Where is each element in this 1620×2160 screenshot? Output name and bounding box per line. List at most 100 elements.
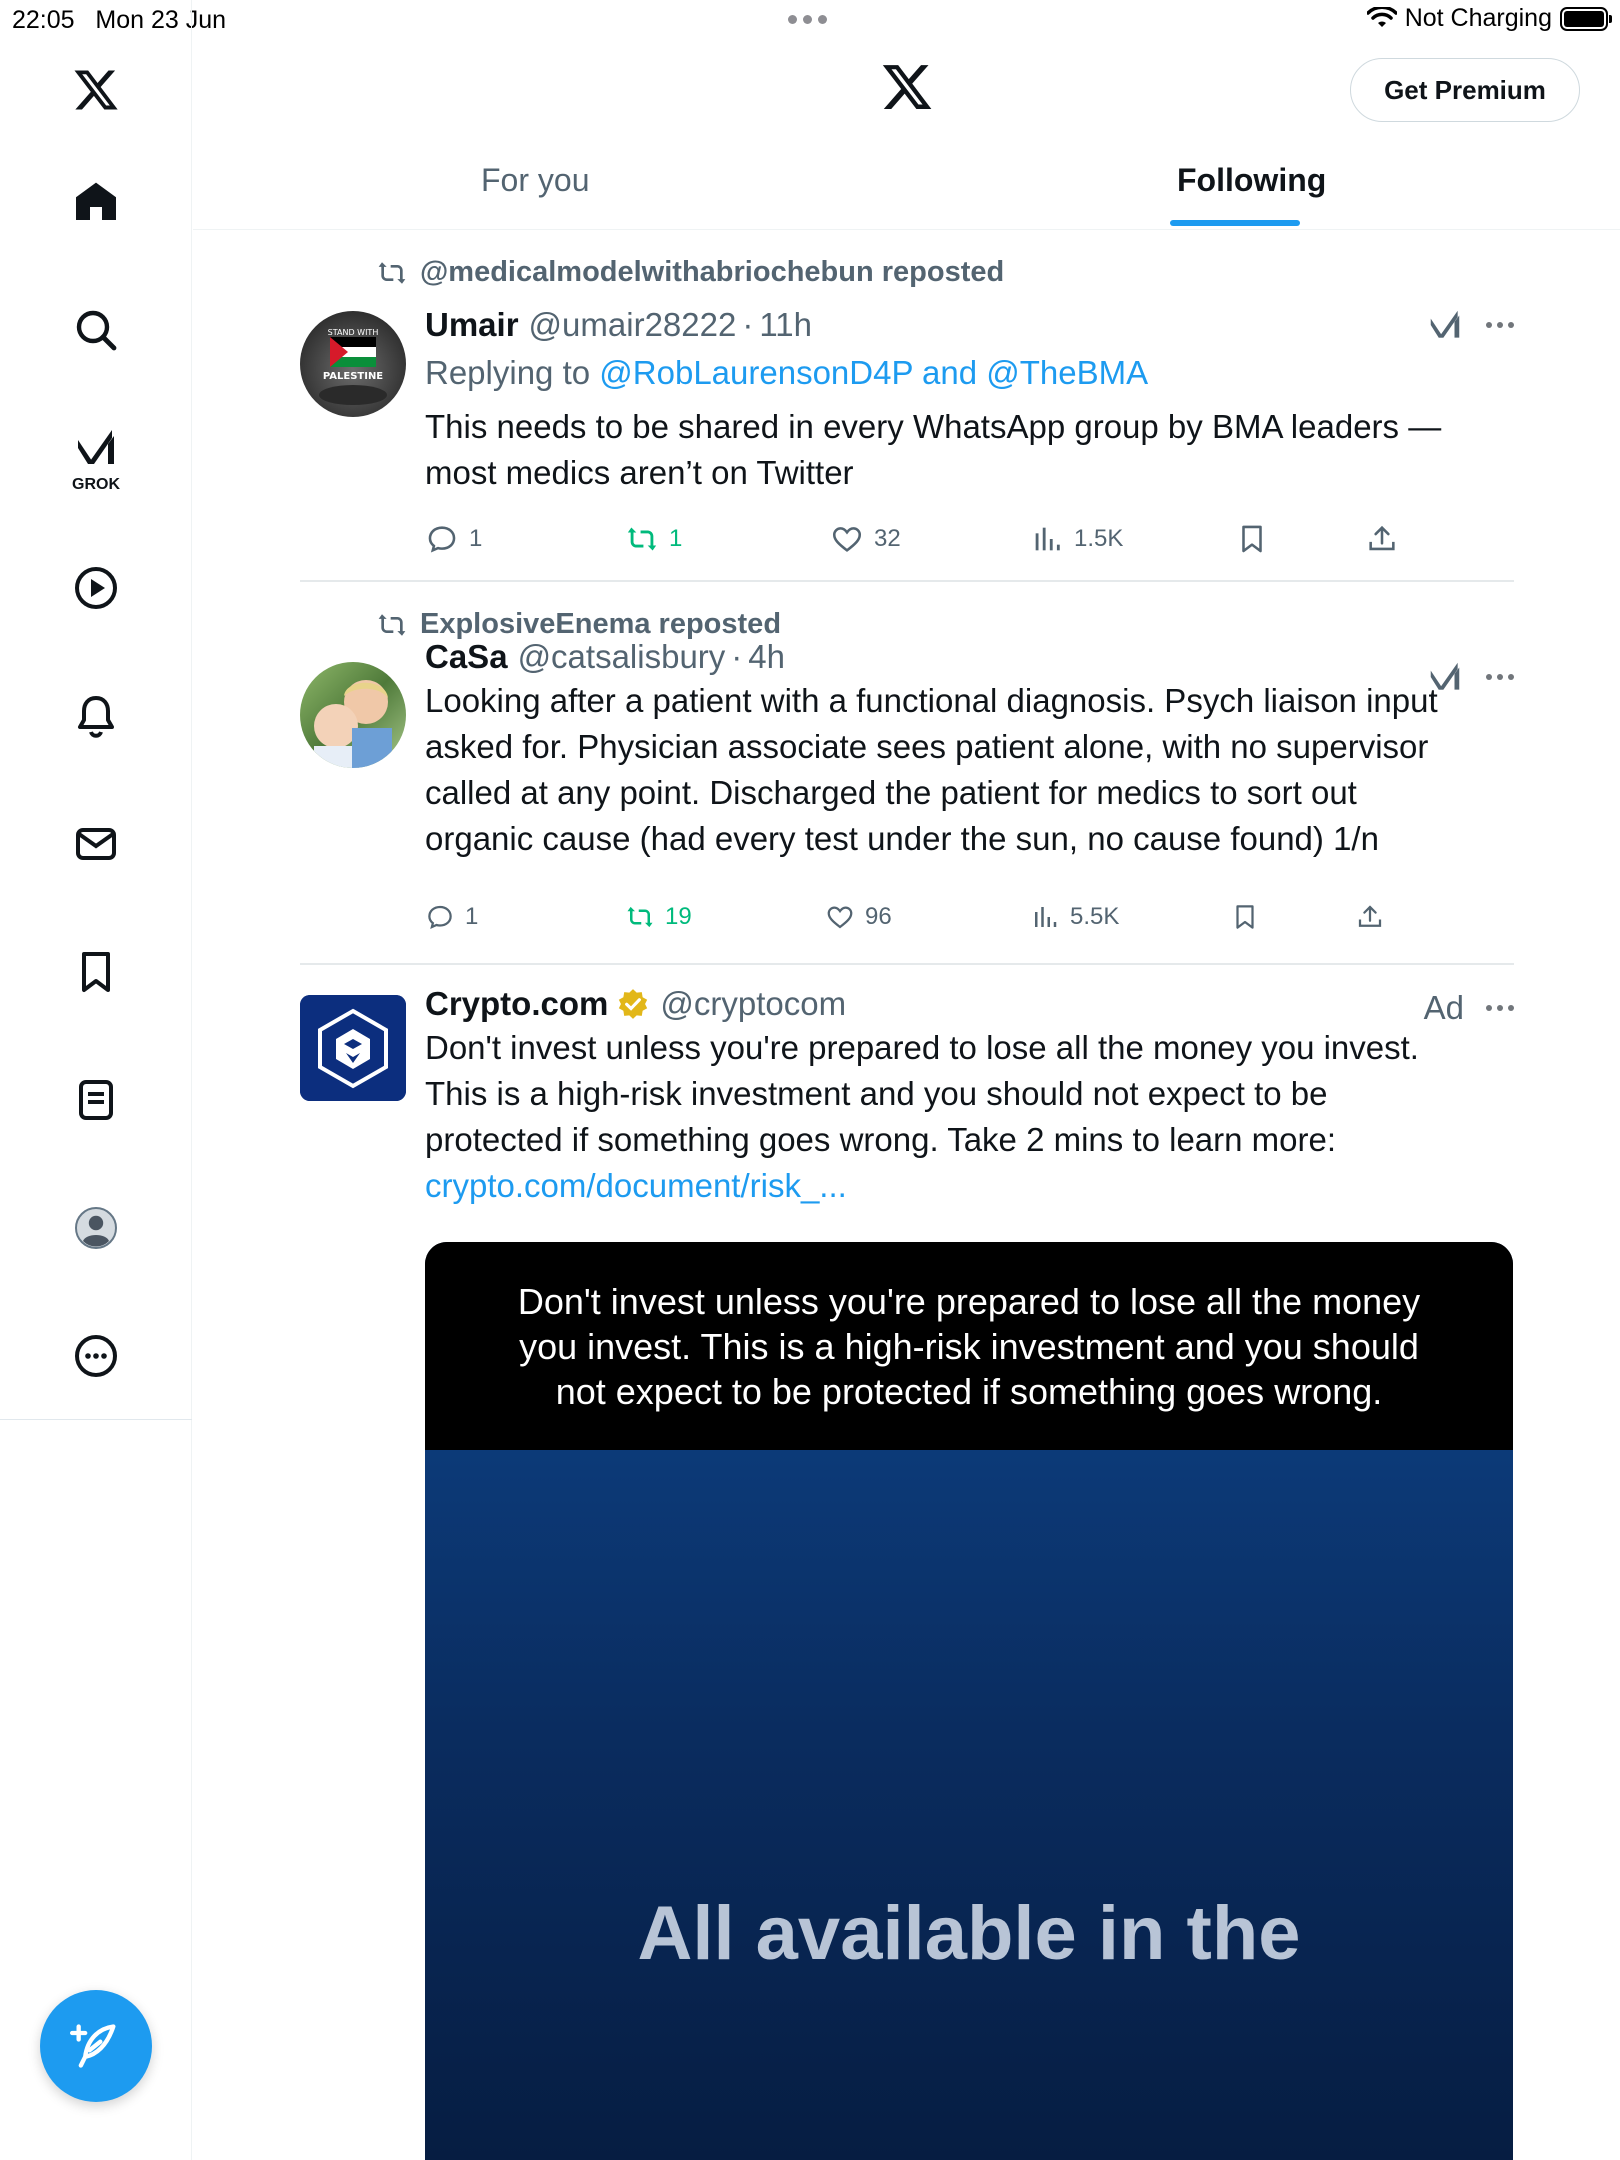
reply-count: 1 — [469, 525, 483, 552]
display-name[interactable]: Crypto.com — [425, 985, 608, 1023]
reply-button[interactable]: 1 — [425, 902, 478, 932]
avatar[interactable] — [300, 995, 406, 1101]
header-x-logo-icon[interactable] — [880, 60, 934, 114]
repost-button[interactable]: 19 — [625, 902, 692, 932]
post-text-line: Looking after a patient with a functiona… — [425, 682, 1438, 719]
heart-icon — [827, 906, 853, 929]
avatar-image: STAND WITH PALESTINE — [319, 328, 387, 405]
home-icon[interactable] — [66, 172, 126, 232]
risk-document-link[interactable]: crypto.com/document/risk_... — [425, 1163, 1485, 1209]
like-button[interactable]: 96 — [825, 902, 892, 932]
replying-to-label: Replying to — [425, 354, 591, 391]
post-content: Umair @umair28222 · 11h Replying to @Rob… — [425, 306, 1485, 496]
post-header: Umair @umair28222 · 11h — [425, 306, 1485, 344]
avatar-text-bottom: PALESTINE — [323, 371, 383, 382]
crypto-logo-icon — [300, 995, 406, 1101]
messages-icon[interactable] — [66, 814, 126, 874]
post-umair[interactable]: @medicalmodelwithabriochebun reposted ST… — [300, 256, 1514, 576]
post-text-line: Don't invest unless you're prepared to l… — [425, 1029, 1419, 1066]
separator-dot: · — [742, 306, 754, 343]
more-options-icon[interactable] — [1486, 1005, 1514, 1011]
avatar-text-top: STAND WITH — [328, 328, 379, 337]
share-button[interactable] — [1355, 902, 1385, 932]
post-corner-actions — [1426, 306, 1514, 344]
multitasking-dots-icon[interactable] — [788, 15, 832, 25]
grok-explain-icon[interactable] — [1426, 306, 1464, 344]
more-options-icon[interactable] — [1486, 322, 1514, 328]
repost-icon — [627, 527, 657, 551]
x-logo-icon[interactable] — [66, 60, 126, 120]
notifications-icon[interactable] — [66, 686, 126, 746]
reply-button[interactable]: 1 — [425, 522, 482, 556]
post-time[interactable]: 4h — [748, 638, 785, 676]
view-count: 5.5K — [1070, 903, 1120, 930]
post-text: Don't invest unless you're prepared to l… — [425, 1025, 1485, 1209]
post-text-line: This needs to be shared in every WhatsAp… — [425, 408, 1442, 445]
repost-icon — [378, 261, 406, 284]
ad-warning-line: you invest. This is a high-risk investme… — [519, 1325, 1419, 1367]
like-count: 32 — [874, 525, 901, 552]
get-premium-button[interactable]: Get Premium — [1350, 58, 1580, 122]
bookmark-icon — [1236, 905, 1254, 929]
repost-by-text: @medicalmodelwithabriochebun reposted — [420, 256, 1005, 288]
repost-count: 19 — [665, 903, 692, 930]
bookmark-icon — [1242, 525, 1262, 553]
timeline-tabs: For you Following — [193, 150, 1620, 230]
views-button[interactable]: 1.5K — [1030, 522, 1123, 556]
grok-explain-icon[interactable] — [1426, 658, 1464, 696]
avatar[interactable] — [300, 662, 406, 768]
grok-icon[interactable] — [66, 418, 126, 478]
tab-for-you[interactable]: For you — [481, 162, 589, 199]
bookmark-button[interactable] — [1235, 522, 1269, 556]
views-icon — [1035, 907, 1057, 927]
status-right: Not Charging — [1366, 4, 1612, 33]
share-button[interactable] — [1365, 522, 1399, 556]
tab-following[interactable]: Following — [1177, 162, 1326, 199]
views-button[interactable]: 5.5K — [1030, 902, 1119, 932]
share-icon — [1369, 525, 1395, 551]
lists-icon[interactable] — [66, 1070, 126, 1130]
post-text-line: asked for. Physician associate sees pati… — [425, 728, 1429, 765]
like-count: 96 — [865, 903, 892, 930]
post-divider — [300, 580, 1514, 582]
user-handle[interactable]: @catsalisbury — [518, 638, 726, 676]
repost-button[interactable]: 1 — [625, 522, 682, 556]
bookmarks-icon[interactable] — [66, 942, 126, 1002]
more-options-icon[interactable] — [1486, 674, 1514, 680]
ad-warning-line: not expect to be protected if something … — [555, 1370, 1383, 1412]
post-text: Looking after a patient with a functiona… — [425, 678, 1485, 862]
reply-icon — [428, 905, 452, 929]
post-divider — [300, 963, 1514, 965]
avatar[interactable]: STAND WITH PALESTINE — [300, 311, 406, 417]
post-time[interactable]: 11h — [759, 306, 812, 344]
more-icon[interactable] — [66, 1326, 126, 1386]
bookmark-button[interactable] — [1230, 902, 1260, 932]
video-icon[interactable] — [66, 558, 126, 618]
like-button[interactable]: 32 — [830, 522, 901, 556]
ad-media-warning: Don't invest unless you're prepared to l… — [425, 1242, 1513, 1450]
share-icon — [1358, 905, 1382, 927]
separator-dot: · — [731, 638, 743, 675]
user-handle[interactable]: @umair28222 — [529, 306, 737, 344]
reply-icon — [428, 526, 456, 553]
display-name[interactable]: CaSa — [425, 638, 508, 676]
profile-icon[interactable] — [66, 1198, 126, 1258]
ad-media-frame: All available in the — [425, 1450, 1513, 2160]
replying-to: Replying to @RobLaurensonD4P and @TheBMA — [425, 354, 1485, 392]
grok-label: GROK — [72, 476, 120, 493]
avatar-image — [314, 680, 392, 768]
repost-icon — [378, 613, 406, 636]
compose-button[interactable] — [40, 1990, 152, 2102]
post-content: Crypto.com @cryptocom Don't invest unles… — [425, 985, 1485, 1209]
post-crypto-ad[interactable]: Crypto.com @cryptocom Don't invest unles… — [300, 985, 1514, 1225]
reply-mentions-link[interactable]: @RobLaurensonD4P and @TheBMA — [599, 354, 1148, 391]
post-casa[interactable]: ExplosiveEnema reposted CaSa @catsalisbu… — [300, 608, 1514, 948]
views-icon — [1035, 527, 1060, 551]
user-handle[interactable]: @cryptocom — [660, 985, 846, 1023]
heart-icon — [832, 527, 862, 552]
post-text-line: This is a high-risk investment and you s… — [425, 1075, 1328, 1112]
search-icon[interactable] — [66, 300, 126, 360]
display-name[interactable]: Umair — [425, 306, 519, 344]
post-text-line: protected if something goes wrong. Take … — [425, 1121, 1337, 1158]
ad-media-video[interactable]: Don't invest unless you're prepared to l… — [425, 1242, 1513, 2160]
